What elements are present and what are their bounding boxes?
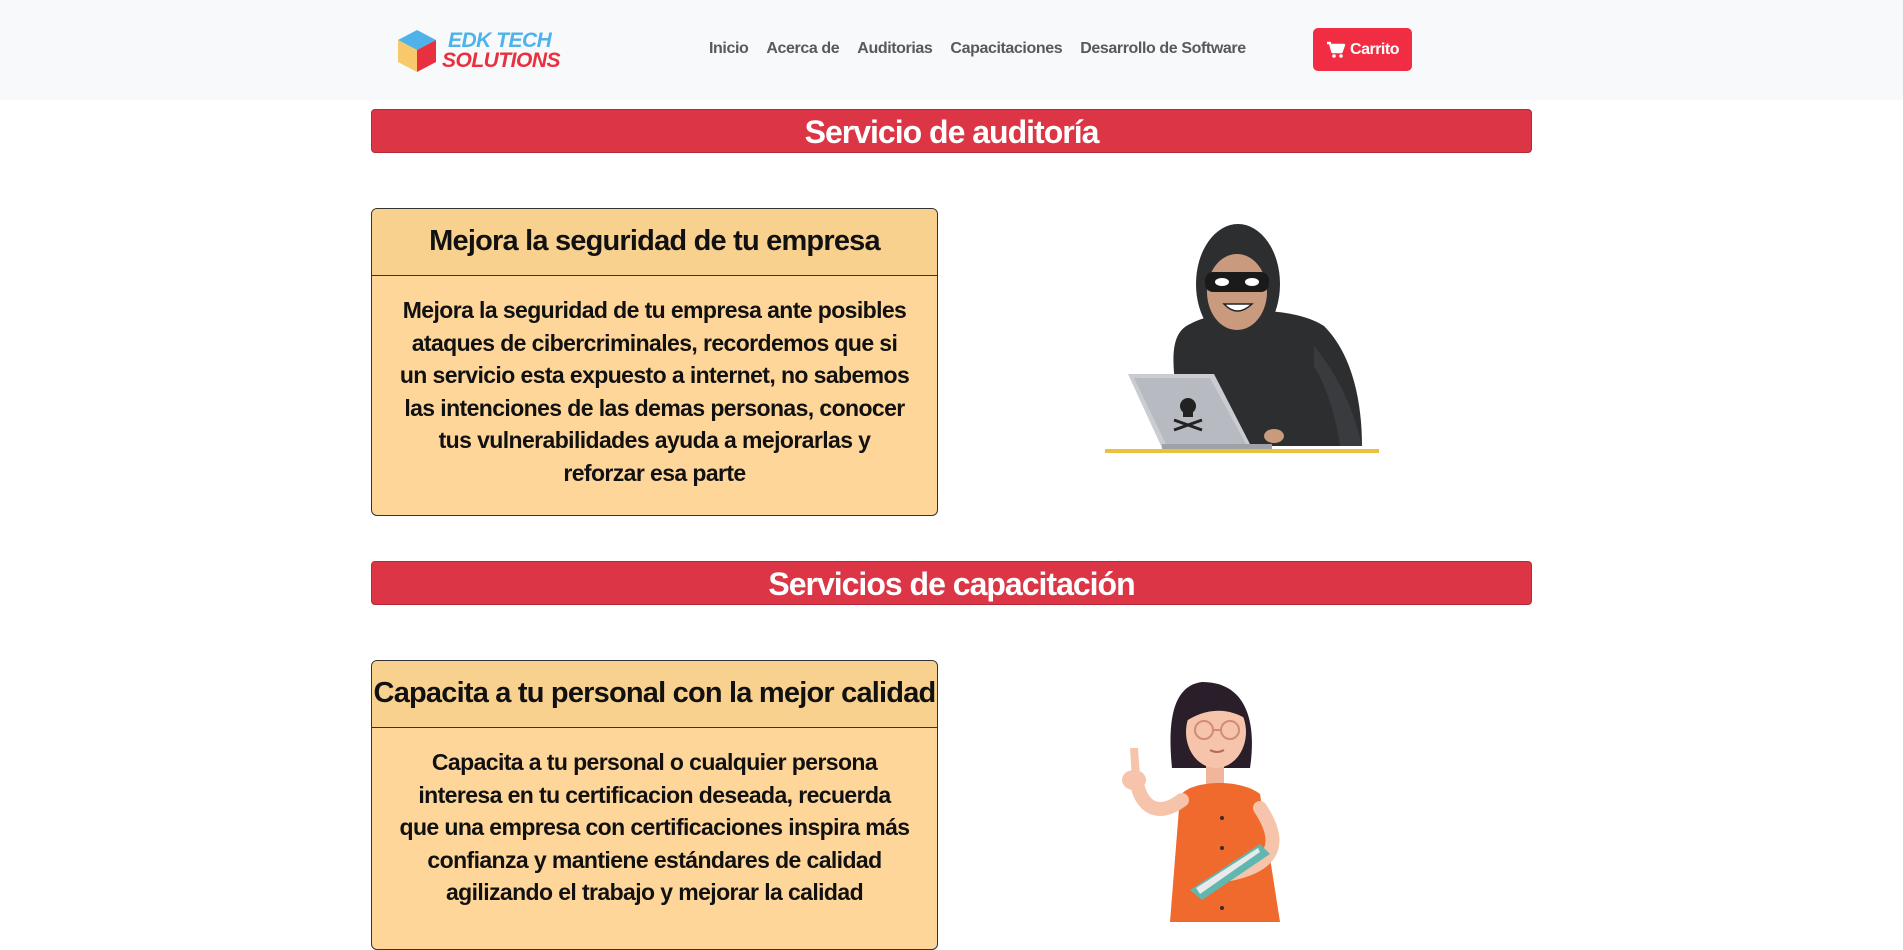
navbar: EDK TECH SOLUTIONS Inicio Acerca de Audi… — [0, 0, 1903, 100]
nav-links: Inicio Acerca de Auditorias Capacitacion… — [700, 36, 1255, 62]
cart-label: Carrito — [1350, 40, 1399, 58]
card-text: Capacita a tu personal o cualquier perso… — [399, 749, 911, 905]
nav-link-capacitaciones[interactable]: Capacitaciones — [941, 36, 1071, 62]
card-capacitacion: Capacita a tu personal con la mejor cali… — [371, 660, 938, 950]
brand-name: EDK TECH SOLUTIONS — [442, 29, 561, 72]
cart-icon — [1327, 41, 1346, 58]
teacher-illustration — [1122, 682, 1280, 922]
nav-link-auditorias[interactable]: Auditorias — [848, 36, 941, 62]
nav-link-desarrollo[interactable]: Desarrollo de Software — [1071, 36, 1254, 62]
cart-button[interactable]: Carrito — [1313, 28, 1412, 71]
brand-logo[interactable]: EDK TECH SOLUTIONS — [396, 28, 561, 74]
section-title-capacitacion: Servicios de capacitación — [371, 561, 1532, 605]
cube-logo-icon — [398, 30, 436, 72]
card-seguridad: Mejora la seguridad de tu empresa Mejora… — [371, 208, 938, 516]
brand-line1: EDK TECH — [448, 29, 552, 52]
nav-link-inicio[interactable]: Inicio — [700, 36, 757, 62]
card-text: Mejora la seguridad de tu empresa ante p… — [399, 297, 910, 486]
nav-link-acerca[interactable]: Acerca de — [757, 36, 848, 62]
brand-line2: SOLUTIONS — [442, 49, 561, 72]
section-title-auditoria: Servicio de auditoría — [371, 109, 1532, 153]
card-title: Capacita a tu personal con la mejor cali… — [372, 661, 937, 728]
hacker-illustration — [1105, 224, 1379, 453]
card-title: Mejora la seguridad de tu empresa — [372, 209, 937, 276]
